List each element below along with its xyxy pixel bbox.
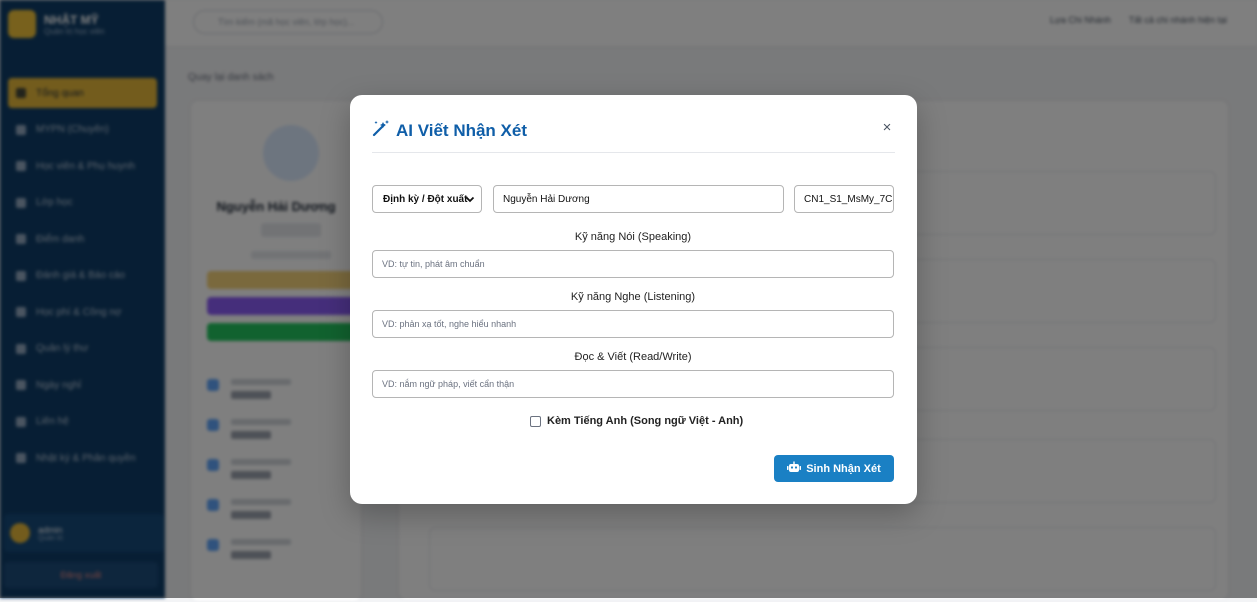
modal-title: AI Viết Nhận Xét (372, 119, 527, 142)
modal-title-text: AI Viết Nhận Xét (396, 120, 527, 140)
generate-label: Sinh Nhận Xét (806, 462, 881, 475)
bilingual-label: Kèm Tiếng Anh (Song ngữ Việt - Anh) (547, 415, 744, 427)
robot-icon (787, 461, 802, 476)
listening-label: Kỹ năng Nghe (Listening) (570, 291, 696, 303)
class-code-field[interactable]: CN1_S1_MsMy_7CN (794, 185, 894, 213)
chevron-down-icon (465, 194, 475, 207)
comment-type-select[interactable]: Định kỳ / Đột xuất (372, 185, 482, 213)
student-info-row: Định kỳ / Đột xuất Nguyễn Hải Dương CN1_… (372, 185, 894, 213)
speaking-label: Kỹ năng Nói (Speaking) (574, 231, 692, 243)
modal-header: AI Viết Nhận Xét × (372, 95, 895, 153)
readwrite-input[interactable]: VD: nắm ngữ pháp, viết cẩn thận (372, 370, 894, 398)
student-name-field[interactable]: Nguyễn Hải Dương (493, 185, 784, 213)
readwrite-label: Đọc & Viết (Read/Write) (574, 351, 692, 363)
comment-type-value: Định kỳ / Đột xuất (383, 193, 468, 205)
bilingual-option[interactable]: Kèm Tiếng Anh (Song ngữ Việt - Anh) (530, 415, 743, 427)
listening-input[interactable]: VD: phản xạ tốt, nghe hiểu nhanh (372, 310, 894, 338)
close-icon[interactable]: × (879, 120, 895, 136)
bilingual-checkbox[interactable] (530, 415, 541, 427)
magic-wand-icon (372, 119, 390, 142)
ai-comment-modal: AI Viết Nhận Xét × Định kỳ / Đột xuất Ng… (350, 95, 917, 504)
speaking-input[interactable]: VD: tự tin, phát âm chuẩn (372, 250, 894, 278)
generate-comment-button[interactable]: Sinh Nhận Xét (774, 455, 894, 482)
